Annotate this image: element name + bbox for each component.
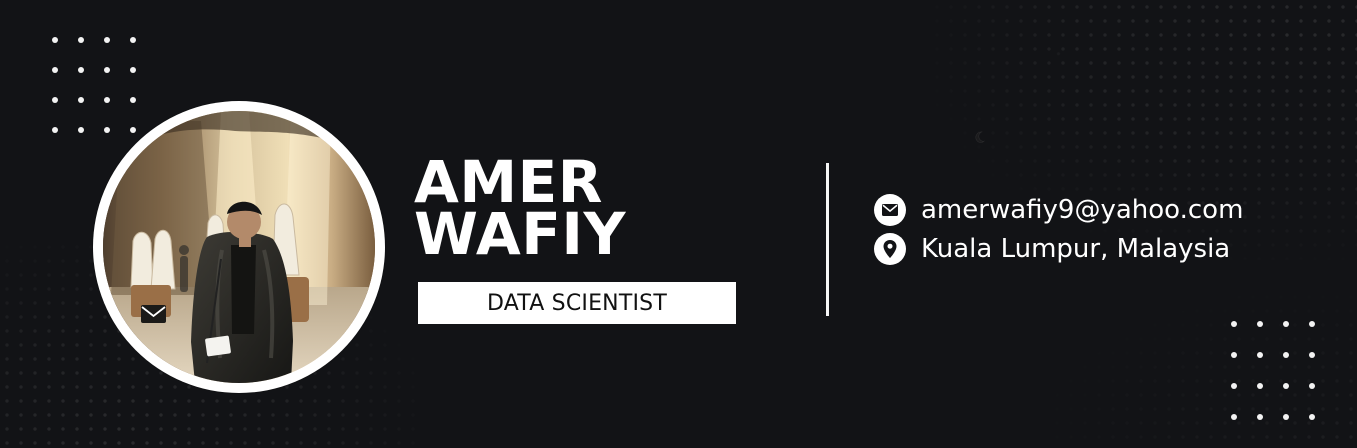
profile-photo bbox=[103, 111, 375, 383]
envelope-icon bbox=[141, 305, 166, 323]
decorative-dot-grid-right bbox=[1231, 321, 1315, 420]
decorative-dot-grid-left bbox=[52, 37, 136, 133]
location-pin-icon bbox=[874, 233, 906, 265]
email-text[interactable]: amerwafiy9@yahoo.com bbox=[921, 196, 1243, 224]
small-crescent-icon bbox=[975, 131, 985, 143]
mail-icon bbox=[874, 194, 906, 226]
location-text: Kuala Lumpur, Malaysia bbox=[921, 234, 1231, 264]
vertical-divider bbox=[826, 163, 829, 316]
profile-name-last: WAFIY bbox=[414, 200, 626, 268]
job-title-text: DATA SCIENTIST bbox=[487, 290, 667, 316]
profile-name: AMER WAFIY bbox=[414, 153, 744, 268]
email-contact[interactable]: amerwafiy9@yahoo.com bbox=[874, 194, 1243, 226]
location-contact: Kuala Lumpur, Malaysia bbox=[874, 233, 1230, 265]
job-title-badge: DATA SCIENTIST bbox=[418, 282, 736, 324]
profile-banner: AMER WAFIY DATA SCIENTIST amerwafiy9@yah… bbox=[0, 0, 1357, 448]
